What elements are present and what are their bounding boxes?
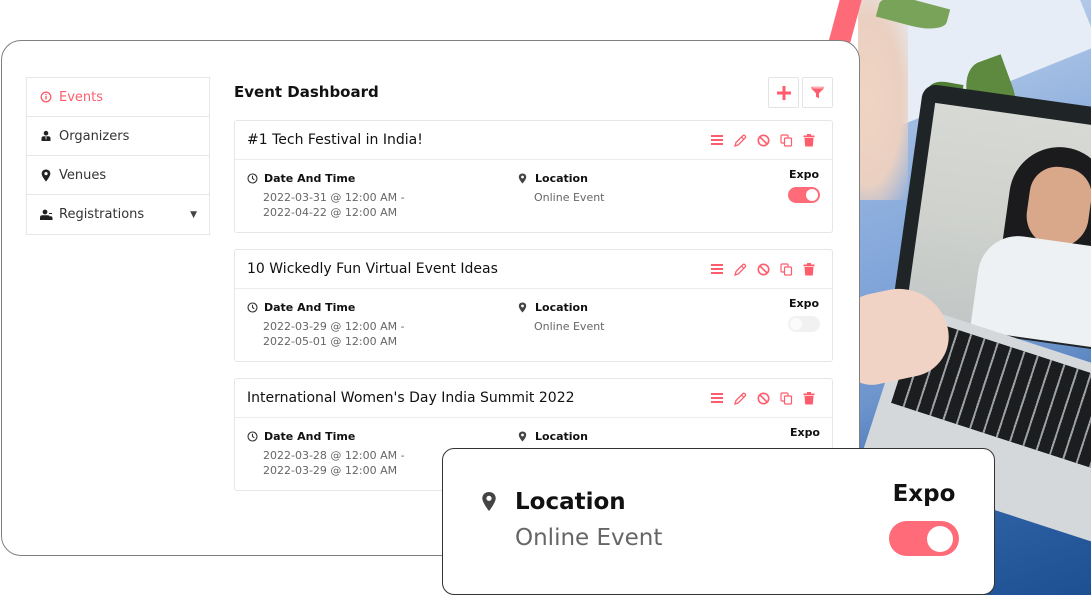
event-location-section: Location Online Event <box>518 172 605 205</box>
callout-expo-section: Expo <box>889 481 959 556</box>
event-location-section: Location Online Event <box>518 301 605 334</box>
event-date-end: 2022-05-01 @ 12:00 AM <box>263 335 398 348</box>
map-pin-icon <box>481 491 501 513</box>
list-icon[interactable] <box>710 391 724 405</box>
chevron-down-icon[interactable]: ▼ <box>190 210 197 220</box>
event-date-section: Date And Time 2022-03-29 @ 12:00 AM - 202… <box>247 301 405 349</box>
plus-icon <box>776 85 791 100</box>
callout-location-value: Online Event <box>515 525 663 551</box>
list-icon[interactable] <box>710 133 724 147</box>
copy-icon[interactable] <box>779 262 793 276</box>
sidebar-item-venues[interactable]: Venues <box>27 156 209 195</box>
zoom-callout: Location Online Event Expo <box>442 448 995 595</box>
clock-icon <box>247 301 259 314</box>
toggle-knob <box>927 525 953 552</box>
event-location-section: Location <box>518 430 588 443</box>
sidebar-item-events[interactable]: Events <box>27 78 209 117</box>
expo-toggle[interactable] <box>788 316 820 332</box>
copy-icon[interactable] <box>779 391 793 405</box>
callout-expo-label: Expo <box>892 481 956 507</box>
date-label: Date And Time <box>264 301 356 314</box>
toggle-knob <box>806 189 818 201</box>
callout-expo-toggle[interactable] <box>889 521 959 556</box>
page-title: Event Dashboard <box>234 83 379 101</box>
event-card-body: Date And Time 2022-03-29 @ 12:00 AM - 202… <box>235 289 832 361</box>
event-actions <box>710 391 820 405</box>
map-pin-icon <box>39 168 53 182</box>
event-location: Online Event <box>534 320 605 333</box>
event-title[interactable]: International Women's Day India Summit 2… <box>247 390 575 406</box>
location-label: Location <box>535 172 588 185</box>
sidebar-item-label: Registrations <box>59 207 145 222</box>
sidebar-item-registrations[interactable]: Registrations ▼ <box>27 195 209 234</box>
map-pin-icon <box>518 173 530 185</box>
cancel-ban-icon[interactable] <box>756 133 770 147</box>
event-card-header: #1 Tech Festival in India! <box>235 121 832 160</box>
event-card: 10 Wickedly Fun Virtual Event Ideas Date… <box>234 249 833 362</box>
event-date-end: 2022-04-22 @ 12:00 AM <box>263 206 398 219</box>
date-label: Date And Time <box>264 172 356 185</box>
info-circle-icon <box>39 90 53 104</box>
event-card-body: Date And Time 2022-03-31 @ 12:00 AM - 202… <box>235 160 832 232</box>
expo-label: Expo <box>789 426 820 439</box>
map-pin-icon <box>518 431 530 443</box>
trash-icon[interactable] <box>802 262 816 276</box>
date-label: Date And Time <box>264 430 356 443</box>
location-label: Location <box>535 430 588 443</box>
event-date-start: 2022-03-28 @ 12:00 AM - <box>263 449 405 462</box>
trash-icon[interactable] <box>802 133 816 147</box>
cancel-ban-icon[interactable] <box>756 262 770 276</box>
location-label: Location <box>535 301 588 314</box>
event-actions <box>710 133 820 147</box>
event-expo-section: Expo <box>788 297 820 332</box>
event-expo-section: Expo <box>790 426 820 439</box>
event-expo-section: Expo <box>788 168 820 203</box>
expo-toggle[interactable] <box>788 187 820 203</box>
edit-pencil-icon[interactable] <box>733 262 747 276</box>
event-card-header: International Women's Day India Summit 2… <box>235 379 832 418</box>
event-title[interactable]: 10 Wickedly Fun Virtual Event Ideas <box>247 261 498 277</box>
callout-location-section: Location Online Event <box>481 489 662 551</box>
sidebar-item-label: Events <box>59 89 104 105</box>
event-title[interactable]: #1 Tech Festival in India! <box>247 132 423 148</box>
edit-pencil-icon[interactable] <box>733 391 747 405</box>
clock-icon <box>247 172 259 185</box>
event-date-start: 2022-03-29 @ 12:00 AM - <box>263 320 405 333</box>
callout-location-label: Location <box>515 489 626 515</box>
event-date-section: Date And Time 2022-03-28 @ 12:00 AM - 202… <box>247 430 405 478</box>
sidebar: Events Organizers Venues Registrations ▼ <box>26 77 210 235</box>
expo-label: Expo <box>788 168 820 181</box>
event-card: #1 Tech Festival in India! Date And Time… <box>234 120 833 233</box>
sidebar-item-label: Organizers <box>59 128 130 144</box>
sidebar-item-organizers[interactable]: Organizers <box>27 117 209 156</box>
expo-label: Expo <box>788 297 820 310</box>
filter-button[interactable] <box>802 77 833 108</box>
users-icon <box>39 208 53 222</box>
list-icon[interactable] <box>710 262 724 276</box>
toggle-knob <box>790 318 802 330</box>
add-event-button[interactable] <box>768 77 799 108</box>
event-actions <box>710 262 820 276</box>
user-tie-icon <box>39 129 53 143</box>
photo-foreground-blur <box>858 0 908 200</box>
sidebar-item-label: Venues <box>59 167 107 183</box>
event-card-header: 10 Wickedly Fun Virtual Event Ideas <box>235 250 832 289</box>
event-date-start: 2022-03-31 @ 12:00 AM - <box>263 191 405 204</box>
trash-icon[interactable] <box>802 391 816 405</box>
copy-icon[interactable] <box>779 133 793 147</box>
event-date-section: Date And Time 2022-03-31 @ 12:00 AM - 202… <box>247 172 405 220</box>
filter-icon <box>811 86 824 99</box>
cancel-ban-icon[interactable] <box>756 391 770 405</box>
edit-pencil-icon[interactable] <box>733 133 747 147</box>
clock-icon <box>247 430 259 443</box>
map-pin-icon <box>518 302 530 314</box>
event-location: Online Event <box>534 191 605 204</box>
event-date-end: 2022-03-29 @ 12:00 AM <box>263 464 398 477</box>
